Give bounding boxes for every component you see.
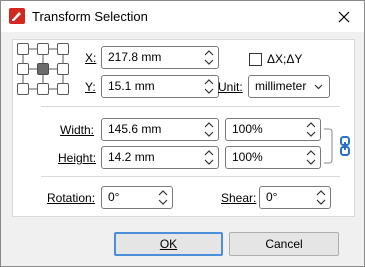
ok-button[interactable]: OK [114, 232, 223, 256]
width-stepper[interactable]: 145.6 mm [101, 118, 219, 141]
unit-value: millimeter [255, 79, 307, 93]
spin-arrows-icon[interactable] [315, 188, 327, 207]
height-percent-stepper[interactable]: 100% [225, 146, 321, 169]
x-label: X: [85, 51, 97, 65]
spin-arrows-icon[interactable] [203, 120, 215, 139]
anchor-top-center[interactable] [37, 43, 49, 55]
spin-arrows-icon[interactable] [203, 77, 215, 96]
width-label: Width: [60, 123, 95, 137]
unit-select[interactable]: millimeter [248, 75, 330, 98]
height-stepper[interactable]: 14.2 mm [101, 146, 219, 169]
width-percent-stepper[interactable]: 100% [225, 118, 321, 141]
rotation-label: Rotation: [47, 191, 96, 205]
rotation-stepper[interactable]: 0° [101, 186, 173, 209]
close-icon [338, 11, 350, 22]
x-value: 217.8 mm [108, 50, 162, 64]
rotation-value: 0° [108, 190, 120, 204]
shear-label: Shear: [221, 191, 257, 205]
height-value: 14.2 mm [108, 150, 155, 164]
transform-panel: X: 217.8 mm ΔX;ΔY Y: 15.1 mm Unit: milli… [12, 39, 355, 217]
x-stepper[interactable]: 217.8 mm [101, 46, 219, 69]
anchor-bottom-left[interactable] [17, 83, 29, 95]
delta-label: ΔX;ΔY [267, 52, 303, 66]
anchor-top-right[interactable] [57, 43, 69, 55]
title-bar: Transform Selection [1, 1, 364, 32]
y-label: Y: [85, 80, 96, 94]
width-value: 145.6 mm [108, 122, 162, 136]
unit-label: Unit: [218, 80, 243, 94]
ok-button-label: OK [159, 237, 178, 251]
spin-arrows-icon[interactable] [203, 148, 215, 167]
anchor-middle-right[interactable] [57, 63, 69, 75]
spin-arrows-icon[interactable] [203, 48, 215, 67]
height-percent-value: 100% [232, 150, 263, 164]
y-value: 15.1 mm [108, 79, 155, 93]
shear-value: 0° [266, 190, 278, 204]
link-aspect-button[interactable] [339, 136, 351, 156]
separator [41, 106, 340, 107]
delta-checkbox[interactable] [249, 53, 262, 66]
chain-link-icon [340, 136, 350, 156]
app-logo-icon [9, 8, 25, 24]
anchor-bottom-center[interactable] [37, 83, 49, 95]
anchor-middle-left[interactable] [17, 63, 29, 75]
transform-selection-dialog: Transform Selection X: 217.8 mm ΔX;ΔY Y:… [0, 0, 365, 267]
width-percent-value: 100% [232, 122, 263, 136]
window-title: Transform Selection [32, 9, 148, 24]
anchor-top-left[interactable] [17, 43, 29, 55]
height-label: Height: [58, 151, 97, 165]
chevron-down-icon [314, 84, 323, 90]
y-stepper[interactable]: 15.1 mm [101, 75, 219, 98]
cancel-button[interactable]: Cancel [229, 232, 339, 256]
anchor-bottom-right[interactable] [57, 83, 69, 95]
spin-arrows-icon[interactable] [305, 120, 317, 139]
anchor-grid [17, 43, 69, 95]
close-button[interactable] [324, 1, 364, 32]
spin-arrows-icon[interactable] [157, 188, 169, 207]
separator [41, 176, 340, 177]
link-bracket [324, 128, 333, 164]
anchor-center[interactable] [37, 63, 49, 75]
spin-arrows-icon[interactable] [305, 148, 317, 167]
cancel-button-label: Cancel [265, 237, 303, 251]
shear-stepper[interactable]: 0° [259, 186, 331, 209]
